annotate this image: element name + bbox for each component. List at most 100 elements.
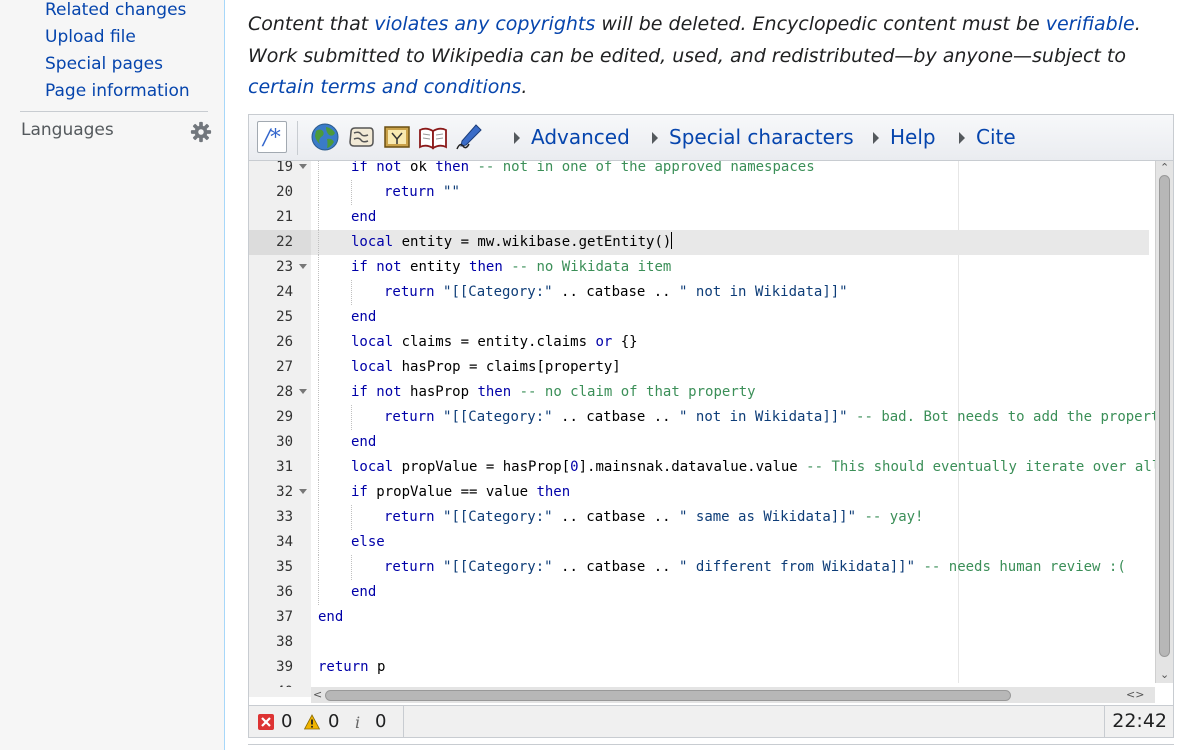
- vertical-scrollbar[interactable]: ⌃ ⌄: [1155, 161, 1173, 683]
- code-line[interactable]: 31 local propValue = hasProp[0].mainsnak.…: [249, 455, 1157, 480]
- line-number: 19: [276, 161, 293, 175]
- gutter-cell[interactable]: 33: [249, 505, 311, 530]
- code-text: local propValue = hasProp[0].mainsnak.da…: [311, 455, 1157, 480]
- vertical-scroll-thumb[interactable]: [1159, 175, 1170, 657]
- indent-guide: [318, 480, 319, 505]
- gutter-cell[interactable]: 25: [249, 305, 311, 330]
- code-text-area[interactable]: 19 if not ok then -- not in one of the ap…: [249, 161, 1157, 687]
- scroll-icon[interactable]: [346, 122, 376, 152]
- code-token: end: [351, 309, 377, 325]
- code-token: entity: [410, 259, 470, 275]
- code-token: -- no Wikidata item: [511, 259, 672, 275]
- gutter-cell[interactable]: 38: [249, 630, 311, 655]
- code-token: propValue == value: [376, 484, 537, 500]
- code-line[interactable]: 28 if not hasProp then -- no claim of tha…: [249, 380, 1149, 405]
- gutter-cell[interactable]: 31: [249, 455, 311, 480]
- line-number: 40: [276, 680, 293, 687]
- code-line[interactable]: 30 end: [249, 430, 1149, 455]
- verifiable-link[interactable]: verifiable: [1046, 13, 1135, 35]
- code-line[interactable]: 20 return "": [249, 180, 1149, 205]
- gutter-cell[interactable]: 36: [249, 580, 311, 605]
- code-line[interactable]: 21 end: [249, 205, 1149, 230]
- languages-heading: Languages: [21, 120, 114, 140]
- warning-icon[interactable]: [304, 714, 320, 730]
- gutter-cell[interactable]: 26: [249, 330, 311, 355]
- gutter-cell[interactable]: 37: [249, 605, 311, 630]
- horizontal-scroll-thumb[interactable]: [325, 690, 1011, 701]
- code-line[interactable]: 39 return p: [249, 655, 1149, 680]
- pen-icon[interactable]: [454, 122, 484, 152]
- code-line[interactable]: 34 else: [249, 530, 1149, 555]
- line-number: 24: [276, 284, 293, 300]
- image-icon[interactable]: [382, 122, 412, 152]
- gutter-cell[interactable]: 29: [249, 405, 311, 430]
- gutter-cell[interactable]: 19: [249, 161, 311, 180]
- scroll-up-icon[interactable]: ⌃: [1160, 162, 1169, 173]
- gutter-cell[interactable]: 32: [249, 480, 311, 505]
- book-icon[interactable]: [418, 122, 448, 152]
- code-line[interactable]: 24 return "[[Category:" .. catbase .. " n…: [249, 280, 1149, 305]
- fold-arrow-icon[interactable]: [299, 389, 307, 394]
- indent-guide: [318, 380, 319, 405]
- code-token: local: [351, 359, 402, 375]
- code-line[interactable]: 35 return "[[Category:" .. catbase .. " d…: [249, 555, 1149, 580]
- fold-arrow-icon[interactable]: [299, 164, 307, 169]
- toolbar-tab-cite[interactable]: Cite: [976, 125, 1016, 149]
- copyright-link[interactable]: violates any copyrights: [374, 13, 595, 35]
- code-line[interactable]: 19 if not ok then -- not in one of the ap…: [249, 161, 1149, 180]
- gutter-cell[interactable]: 21: [249, 205, 311, 230]
- code-line[interactable]: 38: [249, 630, 1149, 655]
- code-line[interactable]: 32 if propValue == value then: [249, 480, 1149, 505]
- indent-guide: [318, 280, 319, 305]
- gutter-cell[interactable]: 28: [249, 380, 311, 405]
- gutter-cell[interactable]: 34: [249, 530, 311, 555]
- code-token: hasProp: [410, 384, 478, 400]
- gutter-cell[interactable]: 23: [249, 255, 311, 280]
- code-line[interactable]: 40: [249, 680, 1149, 687]
- error-icon[interactable]: [258, 714, 274, 730]
- gear-icon[interactable]: [190, 121, 212, 143]
- code-line[interactable]: 33 return "[[Category:" .. catbase .. " s…: [249, 505, 1149, 530]
- globe-icon[interactable]: [310, 122, 340, 152]
- code-line[interactable]: 29 return "[[Category:" .. catbase .. " n…: [249, 405, 1157, 430]
- code-line[interactable]: 27 local hasProp = claims[property]: [249, 355, 1149, 380]
- gutter-cell[interactable]: 20: [249, 180, 311, 205]
- sidebar-link-related-changes[interactable]: Related changes: [45, 0, 186, 20]
- sidebar-link-upload-file[interactable]: Upload file: [45, 27, 136, 47]
- scroll-down-icon[interactable]: ⌄: [1160, 669, 1169, 680]
- code-line[interactable]: 26 local claims = entity.claims or {}: [249, 330, 1149, 355]
- horizontal-scrollbar[interactable]: < <>: [311, 687, 1155, 703]
- gutter-cell[interactable]: 27: [249, 355, 311, 380]
- gutter-cell[interactable]: 35: [249, 555, 311, 580]
- toolbar-tab-special-characters[interactable]: Special characters: [669, 125, 854, 149]
- terms-link[interactable]: certain terms and conditions: [248, 76, 521, 98]
- gutter-cell[interactable]: 30: [249, 430, 311, 455]
- code-text: local hasProp = claims[property]: [311, 355, 1149, 380]
- indent-guide: [318, 230, 319, 255]
- sidebar-divider: [20, 111, 208, 112]
- code-line[interactable]: 23 if not entity then -- no Wikidata item: [249, 255, 1149, 280]
- scroll-left-icon[interactable]: <: [313, 689, 322, 700]
- gutter-cell[interactable]: 22: [249, 230, 311, 255]
- scroll-right-icon[interactable]: <>: [1126, 689, 1144, 700]
- fold-arrow-icon[interactable]: [299, 489, 307, 494]
- code-token: return: [384, 184, 444, 200]
- code-token: " not in Wikidata]]": [679, 409, 848, 425]
- gutter-cell[interactable]: 39: [249, 655, 311, 680]
- info-icon[interactable]: i: [355, 713, 360, 732]
- toolbar-tab-help[interactable]: Help: [890, 125, 936, 149]
- line-number: 38: [276, 634, 293, 650]
- error-count: 0: [281, 711, 293, 732]
- sidebar-link-special-pages[interactable]: Special pages: [45, 54, 163, 74]
- code-line[interactable]: 37 end: [249, 605, 1149, 630]
- gutter-cell[interactable]: 40: [249, 680, 311, 687]
- indent-guide: [318, 161, 319, 180]
- code-line[interactable]: 22 local entity = mw.wikibase.getEntity(): [249, 230, 1149, 255]
- code-line[interactable]: 25 end: [249, 305, 1149, 330]
- fold-arrow-icon[interactable]: [299, 264, 307, 269]
- code-editor-toggle-button[interactable]: /*: [257, 121, 287, 153]
- toolbar-tab-advanced[interactable]: Advanced: [531, 125, 630, 149]
- sidebar-link-page-information[interactable]: Page information: [45, 81, 190, 101]
- code-line[interactable]: 36 end: [249, 580, 1149, 605]
- gutter-cell[interactable]: 24: [249, 280, 311, 305]
